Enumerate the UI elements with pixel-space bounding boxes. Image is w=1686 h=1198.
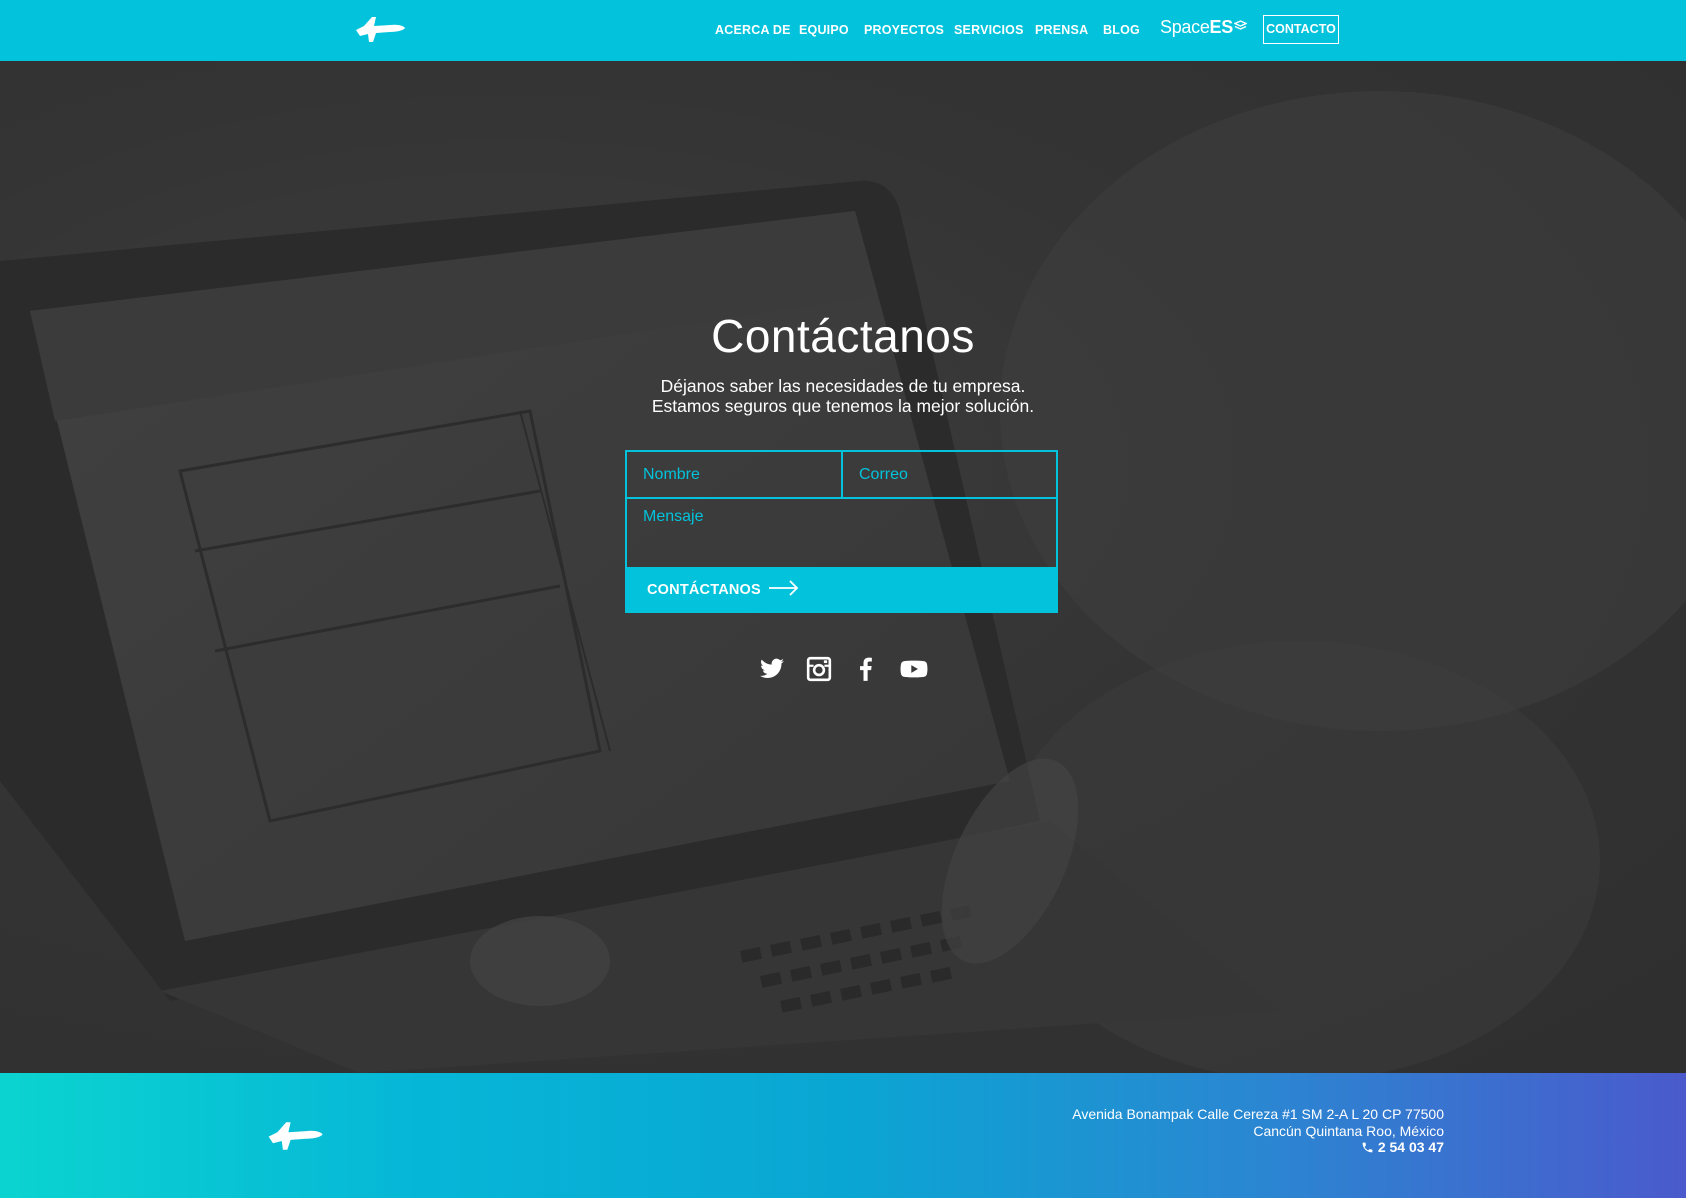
spacees-bold: ES (1209, 17, 1234, 37)
facebook-icon[interactable] (853, 656, 879, 682)
page-title: Contáctanos (711, 310, 975, 362)
subtitle-line-1: Déjanos saber las necesidades de tu empr… (660, 376, 1026, 396)
spacees-prefix: Space (1160, 17, 1210, 37)
nav-item-proyectos[interactable]: PROYECTOS (864, 23, 944, 37)
name-input[interactable]: Nombre (625, 450, 843, 499)
contact-hero: Contáctanos Déjanos saber las necesidade… (0, 61, 1686, 1073)
layers-icon (1233, 20, 1247, 30)
footer-phone[interactable]: 2 54 03 47 (1072, 1139, 1444, 1156)
contact-button[interactable]: CONTACTO (1263, 15, 1339, 44)
site-footer: Avenida Bonampak Calle Cereza #1 SM 2-A … (0, 1073, 1686, 1198)
nav-item-prensa[interactable]: PRENSA (1035, 23, 1088, 37)
nav-item-blog[interactable]: BLOG (1103, 23, 1140, 37)
instagram-icon[interactable] (806, 656, 832, 682)
message-textarea[interactable]: Mensaje (625, 497, 1058, 569)
twitter-icon[interactable] (759, 656, 785, 682)
nav-item-acerca-de[interactable]: ACERCA DE (715, 23, 791, 37)
phone-icon (1362, 1142, 1373, 1153)
submit-button-label: CONTÁCTANOS (647, 582, 761, 598)
subtitle-line-2: Estamos seguros que tenemos la mejor sol… (651, 396, 1035, 416)
nav-item-servicios[interactable]: SERVICIOS (954, 23, 1024, 37)
main-nav: ACERCA DE EQUIPO PROYECTOS SERVICIOS PRE… (0, 0, 1686, 61)
address-line-1: Avenida Bonampak Calle Cereza #1 SM 2-A … (1072, 1106, 1444, 1122)
social-links (0, 656, 1686, 686)
nav-item-equipo[interactable]: EQUIPO (799, 23, 849, 37)
phone-number: 2 54 03 47 (1377, 1139, 1444, 1155)
page-subtitle: Déjanos saber las necesidades de tu empr… (0, 376, 1686, 416)
email-input[interactable]: Correo (841, 450, 1058, 499)
spaceship-logo-icon[interactable] (266, 1119, 324, 1152)
address-line-2: Cancún Quintana Roo, México (1253, 1122, 1444, 1139)
footer-address: Avenida Bonampak Calle Cereza #1 SM 2-A … (1072, 1106, 1444, 1156)
arrow-right-icon (769, 580, 799, 596)
submit-button[interactable]: CONTÁCTANOS (625, 567, 1058, 613)
spacees-logo-link[interactable]: SpaceES (1160, 17, 1247, 38)
youtube-icon[interactable] (900, 656, 928, 682)
site-header: ACERCA DE EQUIPO PROYECTOS SERVICIOS PRE… (0, 0, 1686, 61)
